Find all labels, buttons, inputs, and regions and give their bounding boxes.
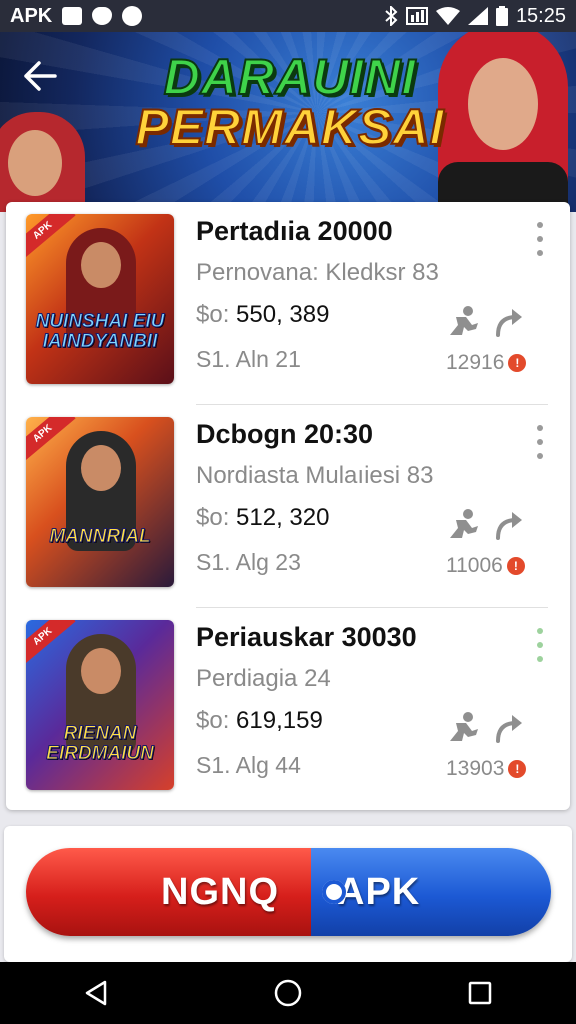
item-subtitle: Pernovana: Kledksr 83: [196, 259, 439, 286]
nav-home-button[interactable]: [258, 968, 318, 1018]
triangle-back-icon: [85, 980, 107, 1006]
item-thumbnail[interactable]: APK MANNRIAL: [26, 417, 174, 587]
list-item[interactable]: APK MANNRIAL Dcbogn 20:30 Nordiasta Mula…: [6, 405, 570, 608]
circle-home-icon: [274, 979, 302, 1007]
run-icon[interactable]: [446, 711, 480, 745]
thumb-title: RIENAN EIRDMAIUN: [46, 723, 155, 764]
download-apk-button[interactable]: NGNQ APK: [26, 848, 551, 936]
carrier-label: APK: [10, 4, 53, 27]
nfc-icon: [405, 7, 428, 25]
notification-icon: [62, 7, 83, 25]
price-prefix: $o:: [196, 301, 230, 328]
nav-recents-button[interactable]: [450, 968, 510, 1018]
toggle-knob-icon: [322, 880, 346, 904]
item-subtitle: Perdiagia 24: [196, 665, 331, 692]
clock: 15:25: [515, 4, 566, 27]
button-right-segment: APK: [311, 848, 551, 936]
banner-title: DARAUINI PERMAKSAI: [110, 49, 470, 155]
banner-title-line2: PERMAKSAI: [134, 99, 445, 155]
item-name: Dcbogn 20:30: [196, 419, 374, 449]
item-count: 11006!: [446, 554, 525, 578]
shield-icon: [92, 7, 113, 25]
count-value: 13903: [446, 757, 505, 780]
share-icon[interactable]: [492, 508, 526, 542]
alert-badge-icon: !: [506, 557, 525, 575]
price-value: 550, 389: [236, 301, 330, 328]
item-subtitle: Nordiasta Mulaıiesi 83: [196, 462, 434, 489]
list-item[interactable]: APK NUINSHAI EIU IAINDYANBII Pertadıia 2…: [6, 202, 570, 405]
button-left-segment: NGNQ: [26, 848, 311, 936]
share-icon[interactable]: [492, 711, 526, 745]
header-banner: DARAUINI PERMAKSAI: [0, 32, 576, 212]
item-thumbnail[interactable]: APK RIENAN EIRDMAIUN: [26, 620, 174, 790]
square-recents-icon: [468, 981, 492, 1005]
run-icon[interactable]: [446, 508, 480, 542]
item-count: 12916!: [446, 351, 527, 375]
price-prefix: $o:: [196, 707, 230, 734]
nav-back-button[interactable]: [66, 968, 126, 1018]
music-icon: [122, 6, 143, 26]
count-value: 12916: [446, 351, 505, 374]
item-name: Periauskar 30030: [196, 622, 417, 652]
back-button[interactable]: [16, 52, 64, 100]
run-icon[interactable]: [446, 305, 480, 339]
share-icon[interactable]: [492, 305, 526, 339]
more-menu-button[interactable]: [532, 222, 548, 256]
price-value: 512, 320: [236, 504, 330, 531]
back-arrow-icon: [24, 61, 57, 91]
more-menu-button[interactable]: [532, 628, 548, 662]
list-item[interactable]: APK RIENAN EIRDMAIUN Periauskar 30030 Pe…: [6, 608, 570, 811]
thumb-title: NUINSHAI EIU IAINDYANBII: [35, 311, 165, 352]
alert-badge-icon: !: [508, 354, 527, 372]
price-value: 619,159: [236, 707, 323, 734]
item-thumbnail[interactable]: APK NUINSHAI EIU IAINDYANBII: [26, 214, 174, 384]
item-count: 13903!: [446, 757, 527, 781]
button-left-label: NGNQ: [161, 870, 279, 913]
price-prefix: $o:: [196, 504, 230, 531]
alert-badge-icon: !: [508, 760, 527, 778]
thumb-title: MANNRIAL: [49, 526, 151, 547]
more-menu-button[interactable]: [532, 425, 548, 459]
wifi-icon: [435, 7, 460, 25]
bluetooth-icon: [385, 6, 398, 26]
battery-icon: [495, 6, 508, 26]
item-list: APK NUINSHAI EIU IAINDYANBII Pertadıia 2…: [6, 202, 570, 810]
item-name: Pertadıia 20000: [196, 216, 393, 246]
count-value: 11006: [446, 554, 503, 577]
button-right-label: APK: [337, 870, 421, 913]
signal-icon: [467, 7, 488, 25]
banner-person-left: [0, 112, 85, 212]
system-nav-bar: [0, 962, 576, 1024]
banner-title-line1: DARAUINI: [163, 49, 417, 105]
status-bar: APK 15:25: [0, 0, 576, 32]
